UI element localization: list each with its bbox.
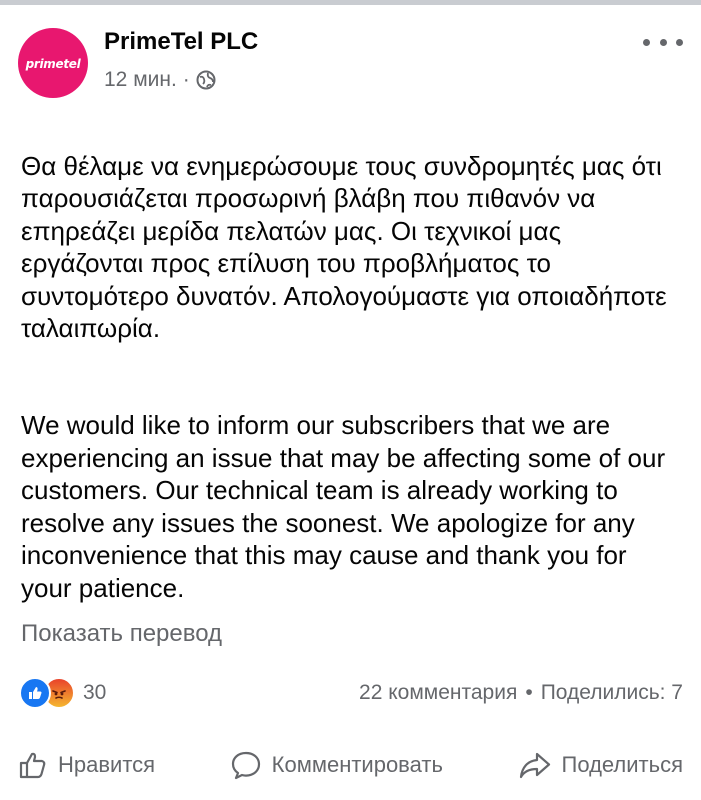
reactions-summary[interactable]: 30	[19, 677, 106, 709]
post-meta: 12 мин. ·	[104, 68, 216, 92]
page-name[interactable]: PrimeTel PLC	[104, 28, 258, 56]
thumbs-up-icon	[18, 750, 48, 780]
share-label: Поделиться	[561, 752, 683, 777]
comment-label: Комментировать	[271, 752, 443, 777]
globe-icon	[196, 70, 216, 90]
like-reaction-icon	[19, 677, 51, 709]
engagement-stats: 22 комментария • Поделились: 7	[359, 681, 683, 705]
stats-separator: •	[525, 681, 533, 704]
show-translation-link[interactable]: Показать перевод	[21, 620, 222, 648]
post-time[interactable]: 12 мин.	[104, 68, 177, 92]
comment-icon	[230, 750, 262, 780]
post-stats: 30 22 комментария • Поделились: 7	[19, 677, 683, 709]
comments-count[interactable]: 22 комментария	[359, 681, 517, 705]
post-body: Θα θέλαμε να ενημερώσουμε τους συνδρομητ…	[21, 117, 683, 637]
more-icon[interactable]	[643, 30, 683, 54]
share-icon	[518, 750, 552, 780]
top-divider	[0, 0, 701, 5]
reaction-count: 30	[83, 681, 107, 704]
post-paragraph-english: We would like to inform our subscribers …	[21, 410, 666, 603]
comment-button[interactable]: Комментировать	[230, 750, 443, 780]
meta-separator: ·	[182, 68, 190, 91]
avatar[interactable]: primetel	[18, 28, 88, 98]
post-actions: Нравится Комментировать Поделиться	[0, 740, 701, 790]
like-label: Нравится	[58, 752, 156, 777]
avatar-logo-text: primetel	[25, 57, 81, 71]
shares-count[interactable]: Поделились: 7	[541, 681, 683, 705]
post-header: primetel PrimeTel PLC 12 мин. ·	[18, 28, 683, 98]
like-button[interactable]: Нравится	[18, 750, 155, 780]
post-paragraph-greek: Θα θέλαμε να ενημερώσουμε τους συνδρομητ…	[21, 150, 667, 344]
share-button[interactable]: Поделиться	[518, 750, 683, 780]
